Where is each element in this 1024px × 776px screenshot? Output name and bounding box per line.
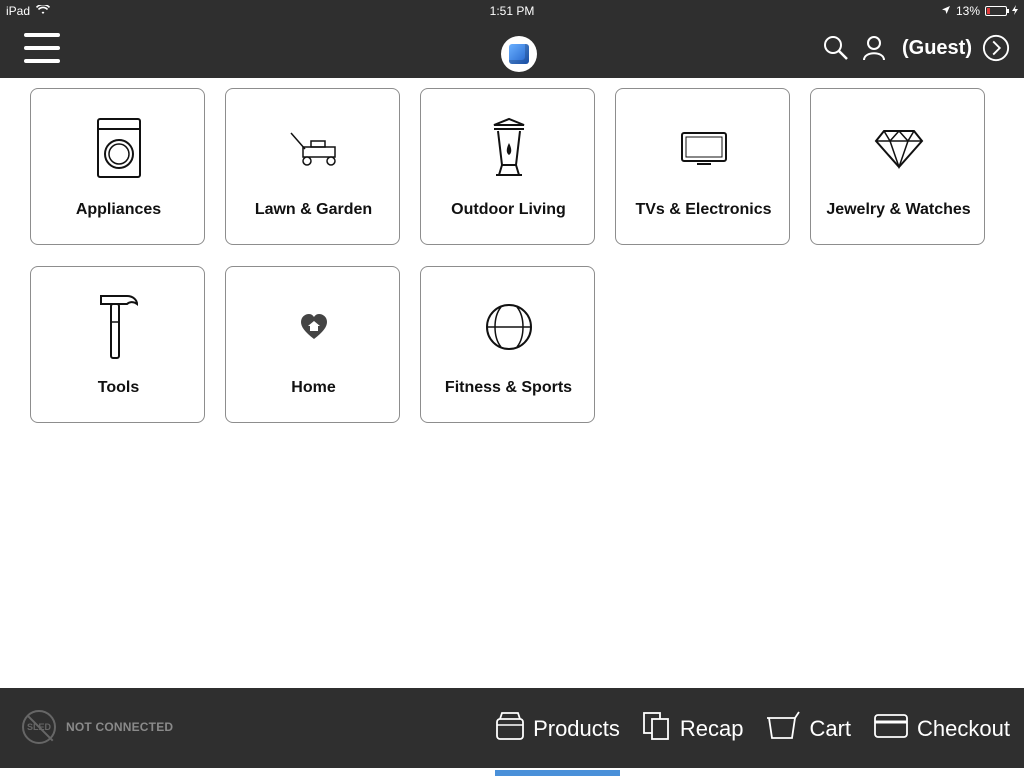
tab-checkout[interactable]: Checkout: [873, 713, 1010, 744]
charging-icon: [1012, 4, 1018, 18]
tab-products[interactable]: Products: [495, 711, 620, 776]
tab-label: Products: [533, 715, 620, 741]
diamond-icon: [811, 117, 986, 181]
category-label: Home: [291, 379, 336, 396]
category-label: Outdoor Living: [451, 201, 566, 218]
tab-label: Recap: [679, 715, 744, 741]
guest-label[interactable]: (Guest): [902, 37, 972, 60]
category-tile-fitness-sports[interactable]: Fitness & Sports: [420, 266, 595, 423]
category-label: Jewelry & Watches: [826, 201, 971, 218]
tab-label: Checkout: [917, 715, 1010, 741]
category-tile-home[interactable]: Home: [225, 266, 400, 423]
category-tile-appliances[interactable]: Appliances: [30, 88, 205, 245]
user-icon[interactable]: [860, 34, 888, 62]
lantern-icon: [421, 117, 596, 181]
category-tile-lawn-garden[interactable]: Lawn & Garden: [225, 88, 400, 245]
cart-icon: [765, 710, 801, 747]
washing-machine-icon: [31, 117, 206, 181]
recap-pages-icon: [642, 711, 672, 746]
category-grid: Appliances Lawn & Garden Outdoor Living …: [30, 88, 990, 423]
connection-status[interactable]: SLED NOT CONNECTED: [22, 710, 173, 744]
category-tile-tools[interactable]: Tools: [30, 266, 205, 423]
bottom-nav: Products Recap Cart Checkout: [495, 710, 1010, 776]
top-bar: iPad 1:51 PM 13% (Guest): [0, 0, 1024, 78]
products-box-icon: [495, 711, 525, 746]
credit-card-icon: [873, 713, 909, 744]
hammer-icon: [31, 295, 206, 359]
sled-icon-text: SLED: [26, 722, 51, 732]
category-label: TVs & Electronics: [635, 201, 772, 218]
category-tile-outdoor-living[interactable]: Outdoor Living: [420, 88, 595, 245]
home-heart-icon: [226, 295, 401, 359]
tv-icon: [616, 117, 791, 181]
category-label: Fitness & Sports: [444, 379, 573, 396]
category-label: Appliances: [75, 201, 162, 218]
chevron-right-circle-icon[interactable]: [982, 34, 1010, 62]
tab-cart[interactable]: Cart: [765, 710, 851, 747]
lawn-mower-icon: [226, 117, 401, 181]
category-label: Lawn & Garden: [254, 201, 373, 218]
category-label: Tools: [97, 379, 140, 396]
battery-percentage: 13%: [955, 4, 980, 18]
ball-icon: [421, 295, 596, 359]
location-icon: [941, 4, 951, 18]
status-bar: iPad 1:51 PM 13%: [0, 0, 1024, 22]
bottom-bar: SLED NOT CONNECTED Products Recap Cart C…: [0, 688, 1024, 776]
tab-label: Cart: [809, 715, 852, 741]
menu-icon[interactable]: [24, 33, 60, 65]
app-logo-cube-icon: [501, 36, 537, 72]
search-icon[interactable]: [822, 34, 850, 62]
status-time: 1:51 PM: [489, 4, 535, 18]
connection-status-text: NOT CONNECTED: [66, 720, 174, 734]
tab-recap[interactable]: Recap: [642, 711, 744, 746]
sled-disconnected-icon: SLED: [22, 710, 56, 744]
category-tile-tvs-electronics[interactable]: TVs & Electronics: [615, 88, 790, 245]
battery-icon: [985, 6, 1009, 16]
category-tile-jewelry-watches[interactable]: Jewelry & Watches: [810, 88, 985, 245]
